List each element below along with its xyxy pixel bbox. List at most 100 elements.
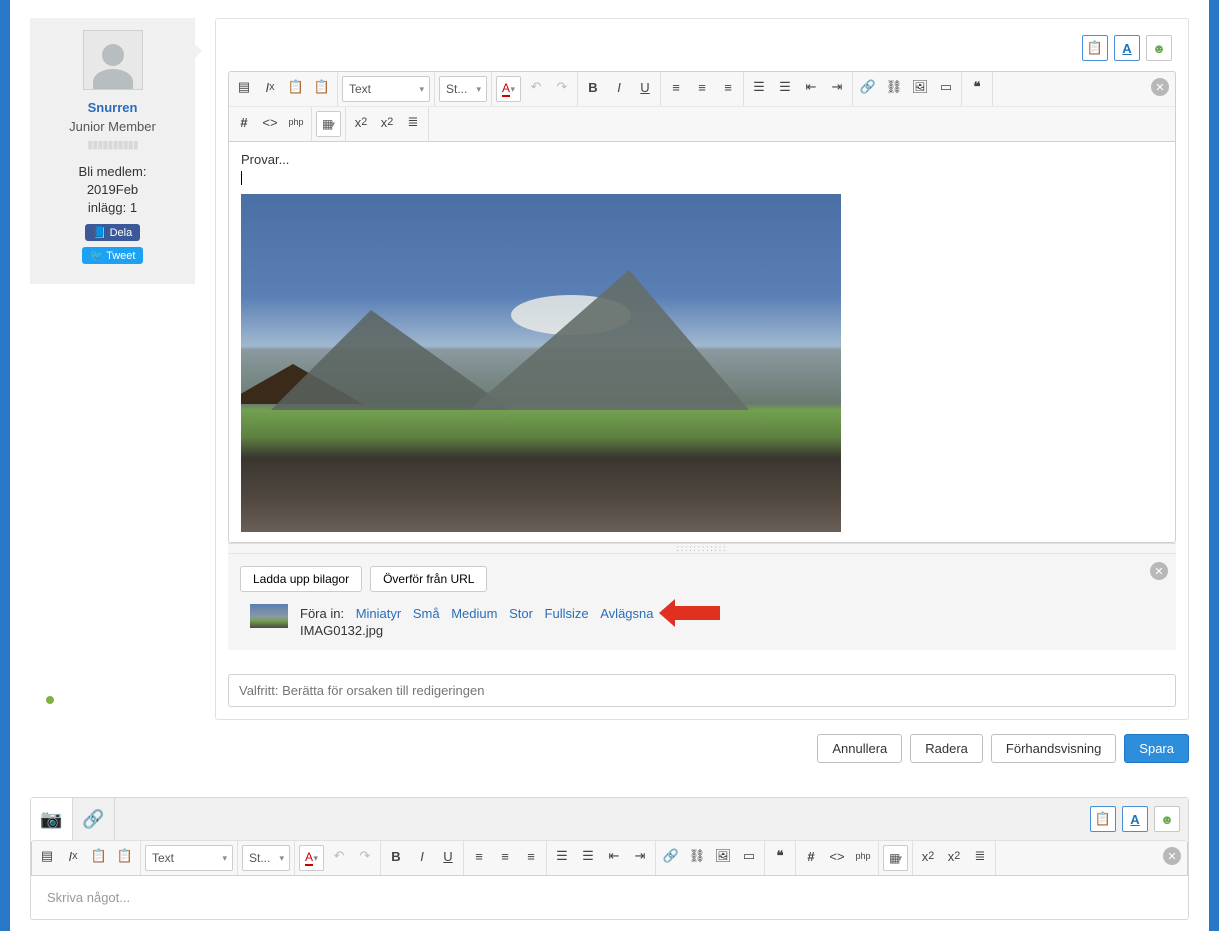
video-icon[interactable]: ▭ <box>933 74 959 100</box>
bold-icon[interactable]: B <box>580 74 606 100</box>
indent-icon[interactable]: ⇥ <box>824 74 850 100</box>
edit-reason-input[interactable] <box>228 674 1176 707</box>
reply-paste-text-icon[interactable]: 📋 <box>86 843 112 869</box>
reply-paste-word-icon[interactable]: 📋 <box>112 843 138 869</box>
transfer-from-url-button[interactable]: Överför från URL <box>370 566 487 592</box>
reply-undo-icon[interactable]: ↶ <box>326 843 352 869</box>
bullet-list-icon[interactable]: ☰ <box>772 74 798 100</box>
paste-word-icon[interactable]: 📋 <box>309 74 335 100</box>
justify-icon[interactable]: ≣ <box>400 109 426 135</box>
paste-text-icon[interactable]: 📋 <box>283 74 309 100</box>
reply-image-icon[interactable]: 🖼 <box>710 843 736 869</box>
attachments-close-icon[interactable]: ✕ <box>1150 562 1168 580</box>
style-select[interactable]: St... <box>439 76 487 102</box>
camera-tab[interactable]: 📷 <box>31 798 73 840</box>
reply-table-select[interactable]: ▦ <box>883 845 908 871</box>
reply-video-icon[interactable]: ▭ <box>736 843 762 869</box>
reply-justify-icon[interactable]: ≣ <box>967 843 993 869</box>
subscript-icon[interactable]: x2 <box>348 109 374 135</box>
numbered-list-icon[interactable]: ☰ <box>746 74 772 100</box>
save-button[interactable]: Spara <box>1124 734 1189 763</box>
smiley-icon[interactable]: ☻ <box>1146 35 1172 61</box>
reply-hash-icon[interactable]: # <box>798 843 824 869</box>
reply-superscript-icon[interactable]: x2 <box>941 843 967 869</box>
insert-thumbnail-link[interactable]: Miniatyr <box>356 606 402 621</box>
link-icon[interactable]: 🔗 <box>855 74 881 100</box>
italic-icon[interactable]: I <box>606 74 632 100</box>
join-label: Bli medlem: <box>30 163 195 181</box>
reply-php-icon[interactable]: php <box>850 843 876 869</box>
reply-paste-icon[interactable]: 📋 <box>1090 806 1116 832</box>
reply-text-color-select[interactable]: A <box>299 845 324 871</box>
reply-content-area[interactable]: Skriva något... <box>31 876 1188 919</box>
php-icon[interactable]: php <box>283 109 309 135</box>
redo-icon[interactable]: ↷ <box>549 74 575 100</box>
reply-code-icon[interactable]: <> <box>824 843 850 869</box>
reply-source-icon[interactable]: ▤ <box>34 843 60 869</box>
toolbar-close-icon[interactable]: ✕ <box>1151 78 1169 96</box>
reply-toolbar-close-icon[interactable]: ✕ <box>1163 847 1181 865</box>
reply-unlink-icon[interactable]: ⛓ <box>684 843 710 869</box>
code-icon[interactable]: <> <box>257 109 283 135</box>
reply-redo-icon[interactable]: ↷ <box>352 843 378 869</box>
reply-numbered-list-icon[interactable]: ☰ <box>549 843 575 869</box>
reply-indent-icon[interactable]: ⇥ <box>627 843 653 869</box>
table-select[interactable]: ▦ <box>316 111 341 137</box>
facebook-share-button[interactable]: 📘 Dela <box>85 224 140 241</box>
font-a-icon[interactable]: A <box>1114 35 1140 61</box>
reply-link-icon[interactable]: 🔗 <box>658 843 684 869</box>
outdent-icon[interactable]: ⇤ <box>798 74 824 100</box>
reply-align-right-icon[interactable]: ≡ <box>518 843 544 869</box>
attachment-thumbnail[interactable] <box>250 604 288 628</box>
reply-align-center-icon[interactable]: ≡ <box>492 843 518 869</box>
delete-button[interactable]: Radera <box>910 734 983 763</box>
insert-fullsize-link[interactable]: Fullsize <box>545 606 589 621</box>
upload-attachments-button[interactable]: Ladda upp bilagor <box>240 566 362 592</box>
editor-content-area[interactable]: Provar... <box>228 142 1176 543</box>
format-select[interactable]: Text <box>342 76 430 102</box>
reply-subscript-icon[interactable]: x2 <box>915 843 941 869</box>
twitter-share-button[interactable]: 🐦 Tweet <box>82 247 144 264</box>
align-right-icon[interactable]: ≡ <box>715 74 741 100</box>
insert-large-link[interactable]: Stor <box>509 606 533 621</box>
insert-medium-link[interactable]: Medium <box>451 606 497 621</box>
align-center-icon[interactable]: ≡ <box>689 74 715 100</box>
reply-align-left-icon[interactable]: ≡ <box>466 843 492 869</box>
image-icon[interactable]: 🖼 <box>907 74 933 100</box>
remove-attachment-link[interactable]: Avlägsna <box>600 606 653 621</box>
reply-remove-format-icon[interactable]: Ix <box>60 843 86 869</box>
quick-reply-box: 📷 🔗 📋 A ☻ ✕ ▤ Ix 📋 📋 Text <box>30 797 1189 920</box>
link-tab[interactable]: 🔗 <box>73 798 115 840</box>
reply-bullet-list-icon[interactable]: ☰ <box>575 843 601 869</box>
preview-button[interactable]: Förhandsvisning <box>991 734 1116 763</box>
reply-italic-icon[interactable]: I <box>409 843 435 869</box>
reply-smiley-icon[interactable]: ☻ <box>1154 806 1180 832</box>
unlink-icon[interactable]: ⛓ <box>881 74 907 100</box>
paste-icon[interactable]: 📋 <box>1082 35 1108 61</box>
avatar[interactable] <box>83 30 143 90</box>
text-color-select[interactable]: A <box>496 76 521 102</box>
align-left-icon[interactable]: ≡ <box>663 74 689 100</box>
undo-icon[interactable]: ↶ <box>523 74 549 100</box>
insert-small-link[interactable]: Små <box>413 606 440 621</box>
link-icon: 🔗 <box>82 809 104 830</box>
reply-underline-icon[interactable]: U <box>435 843 461 869</box>
remove-format-icon[interactable]: Ix <box>257 74 283 100</box>
source-icon[interactable]: ▤ <box>231 74 257 100</box>
cancel-button[interactable]: Annullera <box>817 734 902 763</box>
attachment-item: Föra in: Miniatyr Små Medium Stor Fullsi… <box>240 604 1164 638</box>
embedded-image[interactable] <box>241 194 841 532</box>
reply-bold-icon[interactable]: B <box>383 843 409 869</box>
underline-icon[interactable]: U <box>632 74 658 100</box>
posts-label: inlägg: <box>88 200 126 215</box>
quote-icon[interactable]: ❝ <box>964 74 990 100</box>
reply-format-select[interactable]: Text <box>145 845 233 871</box>
reply-outdent-icon[interactable]: ⇤ <box>601 843 627 869</box>
reply-font-a-icon[interactable]: A <box>1122 806 1148 832</box>
reply-style-select[interactable]: St... <box>242 845 290 871</box>
hash-icon[interactable]: # <box>231 109 257 135</box>
resize-handle[interactable]: :::::::::::: <box>228 543 1176 553</box>
reply-quote-icon[interactable]: ❝ <box>767 843 793 869</box>
superscript-icon[interactable]: x2 <box>374 109 400 135</box>
username-link[interactable]: Snurren <box>30 100 195 115</box>
